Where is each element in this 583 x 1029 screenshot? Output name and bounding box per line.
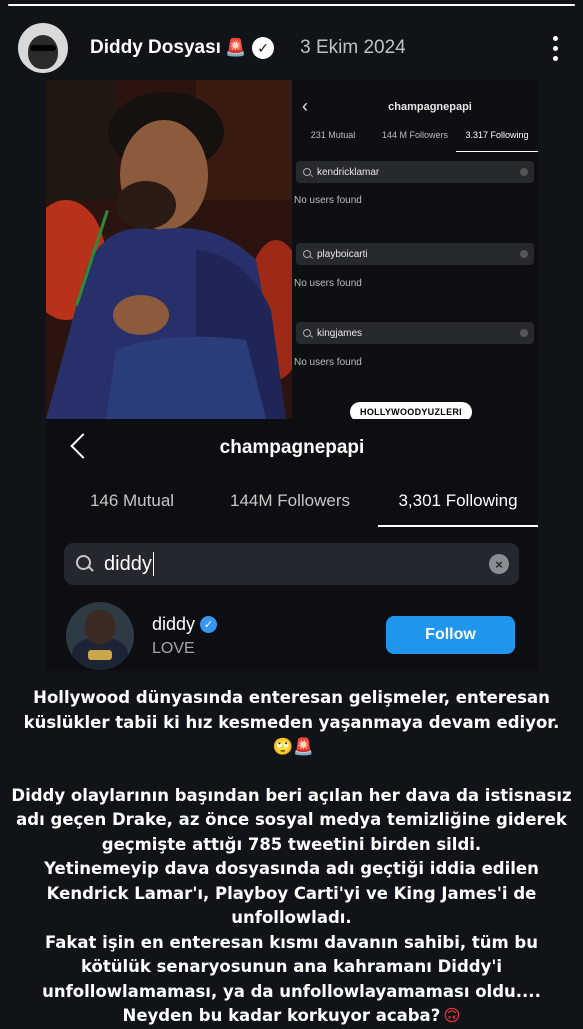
upside-down-face-emoji: 🙃 bbox=[443, 1006, 461, 1025]
caption-paragraph-2: Diddy olaylarının başından beri açılan h… bbox=[11, 785, 572, 854]
drake-photo bbox=[46, 80, 292, 419]
search-icon bbox=[303, 328, 312, 338]
search-icon bbox=[303, 167, 312, 177]
no-users-found-2: No users found bbox=[294, 278, 362, 289]
search-query-2: playboicarti bbox=[317, 248, 368, 260]
ig-tabs: 146 Mutual 144M Followers 3,301 Followin… bbox=[62, 491, 538, 527]
caption-line-1: Hollywood dünyasında enteresan gelişmele… bbox=[8, 686, 575, 760]
no-users-found-1: No users found bbox=[294, 195, 362, 206]
user-name-text: diddy bbox=[152, 614, 196, 634]
search-value: diddy bbox=[104, 552, 152, 575]
ig-profile-title: champagnepapi bbox=[219, 437, 365, 458]
clear-icon bbox=[520, 168, 528, 176]
screenshot-tab-mutual: 231 Mutual bbox=[310, 130, 356, 140]
story-progress-fill bbox=[8, 4, 575, 6]
caption-paragraph-4: Fakat işin en enteresan kısmı davanın sa… bbox=[8, 931, 575, 1029]
story-progress-bar bbox=[8, 4, 575, 6]
tab-mutual[interactable]: 146 Mutual bbox=[62, 491, 202, 527]
following-search-screenshot: ‹ champagnepapi 231 Mutual 144 M Followe… bbox=[292, 80, 538, 419]
eye-roll-siren-emoji: 🙄🚨 bbox=[272, 737, 314, 756]
tab-following[interactable]: 3,301 Following bbox=[378, 491, 538, 527]
clear-search-icon[interactable]: × bbox=[489, 554, 509, 574]
story-caption: Hollywood dünyasında enteresan gelişmele… bbox=[8, 686, 575, 1029]
screenshot-profile-title: champagnepapi bbox=[388, 101, 472, 113]
clear-icon bbox=[520, 250, 528, 258]
follow-button[interactable]: Follow bbox=[386, 616, 515, 654]
user-result-name[interactable]: diddy ✓ bbox=[152, 614, 218, 635]
tab-followers[interactable]: 144M Followers bbox=[202, 491, 378, 527]
ig-search-input[interactable]: diddy × bbox=[64, 543, 519, 585]
user-result-subtitle: LOVE bbox=[152, 640, 195, 657]
screenshot-tab-following: 3.317 Following bbox=[456, 130, 538, 152]
profile-username[interactable]: Diddy Dosyası bbox=[90, 37, 221, 59]
search-query-1: kendricklamar bbox=[317, 166, 380, 178]
screenshot-search-1: kendricklamar bbox=[296, 161, 534, 183]
more-options-icon[interactable] bbox=[545, 35, 565, 61]
caption-paragraph-3: Yetinemeyip dava dosyasında adı geçtiği … bbox=[44, 859, 539, 927]
clear-icon bbox=[520, 329, 528, 337]
screenshot-search-3: kingjames bbox=[296, 322, 534, 344]
no-users-found-3: No users found bbox=[294, 357, 362, 368]
verified-badge-icon: ✓ bbox=[200, 616, 218, 633]
user-result-row[interactable]: diddy ✓ LOVE Follow bbox=[66, 602, 538, 670]
story-header: Diddy Dosyası 🚨 ✓ 3 Ekim 2024 bbox=[18, 22, 565, 74]
search-icon bbox=[303, 249, 312, 259]
siren-icon: 🚨 bbox=[224, 38, 247, 57]
instagram-following-screenshot: champagnepapi 146 Mutual 144M Followers … bbox=[46, 419, 538, 671]
post-date: 3 Ekim 2024 bbox=[300, 37, 406, 58]
screenshot-tab-followers: 144 M Followers bbox=[381, 130, 449, 140]
text-caret bbox=[152, 552, 155, 576]
profile-avatar[interactable] bbox=[18, 23, 68, 73]
screenshot-tabs: 231 Mutual 144 M Followers 3.317 Followi… bbox=[292, 130, 538, 152]
verified-badge-icon: ✓ bbox=[252, 37, 275, 59]
screenshot-search-2: playboicarti bbox=[296, 243, 534, 265]
user-avatar[interactable] bbox=[66, 602, 134, 670]
search-icon bbox=[76, 555, 94, 573]
search-query-3: kingjames bbox=[317, 327, 363, 339]
